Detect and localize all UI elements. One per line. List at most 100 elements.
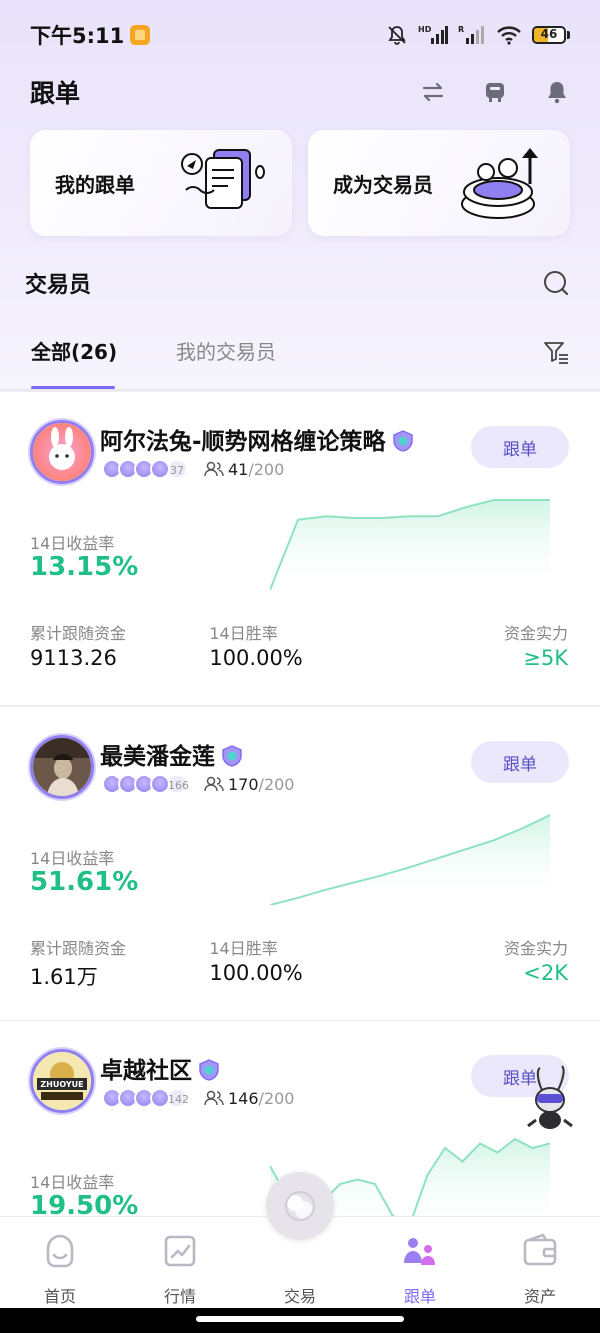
home-indicator [0, 1308, 600, 1333]
section-title: 交易员 [25, 273, 92, 298]
search-icon[interactable] [542, 269, 570, 297]
followers-current: 170 [228, 774, 259, 794]
tab-all[interactable]: 全部(26) [31, 336, 117, 382]
mascot-floating-button[interactable] [522, 1064, 578, 1134]
tab-my-traders[interactable]: 我的交易员 [176, 336, 276, 382]
mute-icon [388, 26, 406, 45]
nav-market-label: 行情 [163, 1287, 196, 1306]
verified-badge-icon [221, 745, 243, 767]
stat-label-capital-strength: 资金实力 [503, 939, 568, 958]
nav-home[interactable]: 首页 [0, 1217, 120, 1308]
nav-assets[interactable]: 资产 [480, 1217, 600, 1308]
active-tab-indicator [31, 386, 115, 389]
trader-meta: 37 41/200 [102, 458, 284, 480]
stat-label-follow-capital: 累计跟随资金 [30, 939, 127, 958]
follower-count: 41/200 [204, 460, 284, 479]
verified-badge-icon [392, 430, 414, 452]
battery-level: 46 [540, 27, 558, 41]
nav-trade-label: 交易 [283, 1287, 316, 1306]
follow-button[interactable]: 跟单 [471, 426, 569, 468]
nav-home-label: 首页 [43, 1287, 76, 1306]
stat-label-win-rate: 14日胜率 [209, 939, 278, 958]
roi-value: 51.61% [30, 867, 139, 897]
follow-button[interactable]: 跟单 [471, 741, 569, 783]
my-copy-trades-label: 我的跟单 [55, 172, 135, 197]
people-icon [204, 1090, 224, 1106]
my-copy-trades-card[interactable]: 我的跟单 [30, 130, 292, 236]
nav-copy-trade[interactable]: 跟单 [360, 1217, 480, 1308]
roi-label: 14日收益率 [30, 1173, 115, 1192]
battery-indicator: 46 [532, 25, 570, 45]
roi-sparkline [270, 814, 550, 905]
trade-button[interactable] [266, 1172, 334, 1240]
trader-name[interactable]: 卓越社区 [100, 1051, 220, 1085]
notification-app-icon [130, 25, 151, 45]
r-label: R [458, 25, 464, 34]
entry-cards: 我的跟单 成为交易员 [30, 130, 570, 236]
trader-avatar[interactable] [30, 735, 94, 799]
trader-meta: 166 170/200 [102, 773, 294, 795]
filter-icon[interactable] [542, 338, 570, 366]
signal-hd-icon: HD [418, 25, 448, 44]
trader-name[interactable]: 最美潘金莲 [100, 737, 243, 771]
stat-follow-capital: 1.61万 [30, 965, 98, 989]
trader-card[interactable]: 阿尔法兔-顺势网格缠论策略 37 41/200 跟单 14日收益率 13.15% [0, 392, 600, 692]
follower-avatar [150, 459, 170, 479]
stat-win-rate: 100.00% [209, 961, 303, 985]
trader-tabs: 全部(26) 我的交易员 [0, 328, 600, 390]
hd-label: HD [418, 25, 432, 34]
trader-name[interactable]: 阿尔法兔-顺势网格缠论策略 [100, 422, 414, 456]
become-trader-card[interactable]: 成为交易员 [308, 130, 570, 236]
page-title: 跟单 [30, 79, 81, 108]
sparkline-area [270, 815, 550, 905]
followers-max: /200 [258, 1088, 295, 1108]
home-icon [46, 1234, 74, 1268]
wallet-icon [523, 1233, 557, 1266]
stat-labels: 累计跟随资金 14日胜率 资金实力 [30, 620, 568, 644]
trade-icon [285, 1191, 315, 1221]
mailbox-icon[interactable] [482, 79, 508, 105]
svg-text:ZHUOYUE: ZHUOYUE [40, 1080, 83, 1089]
status-indicators: HD R 46 [386, 24, 570, 46]
nav-copy-trade-label: 跟单 [403, 1287, 436, 1306]
followers-max: /200 [248, 459, 285, 479]
follower-avatar [150, 774, 170, 794]
chart-icon [164, 1235, 196, 1267]
roi-label: 14日收益率 [30, 849, 115, 868]
bell-icon[interactable] [544, 79, 570, 105]
roi-value: 13.15% [30, 552, 139, 582]
copy-trade-icon [404, 1238, 435, 1265]
stat-values: 1.61万 100.00% <2K [30, 961, 568, 991]
page-header: 跟单 [30, 70, 570, 114]
trader-card[interactable]: 最美潘金莲 166 170/200 跟单 14日收益率 51.61% 累计跟随资… [0, 707, 600, 1007]
stat-win-rate: 100.00% [209, 646, 303, 670]
swap-icon[interactable] [420, 79, 446, 105]
document-stack-illustration [181, 149, 265, 209]
signal-r-icon: R [458, 25, 484, 44]
stat-labels: 累计跟随资金 14日胜率 资金实力 [30, 935, 568, 959]
stat-capital-strength: <2K [523, 961, 568, 985]
wifi-icon [497, 26, 521, 45]
followers-max: /200 [258, 774, 295, 794]
roi-value: 19.50% [30, 1191, 139, 1216]
trader-podium-illustration [461, 148, 538, 219]
verified-badge-icon [198, 1059, 220, 1081]
people-icon [204, 461, 224, 477]
trader-avatar[interactable] [30, 420, 94, 484]
nav-assets-label: 资产 [523, 1287, 556, 1306]
status-time: 下午5:11 [30, 24, 125, 48]
trader-avatar[interactable]: ZHUOYUE [30, 1049, 94, 1113]
trader-name-text: 阿尔法兔-顺势网格缠论策略 [100, 429, 386, 455]
traders-section-header: 交易员 [25, 262, 570, 304]
stat-values: 9113.26 100.00% ≥5K [30, 646, 568, 670]
roi-label: 14日收益率 [30, 534, 115, 553]
stat-capital-strength: ≥5K [523, 646, 568, 670]
follower-avatar [150, 1088, 170, 1108]
followers-current: 41 [228, 459, 249, 479]
nav-market[interactable]: 行情 [120, 1217, 240, 1308]
status-bar: 下午5:11 HD R 46 [0, 0, 600, 70]
followers-current: 146 [228, 1088, 259, 1108]
follower-count: 146/200 [204, 1089, 294, 1108]
stat-follow-capital: 9113.26 [30, 646, 117, 670]
stat-label-follow-capital: 累计跟随资金 [30, 624, 127, 643]
